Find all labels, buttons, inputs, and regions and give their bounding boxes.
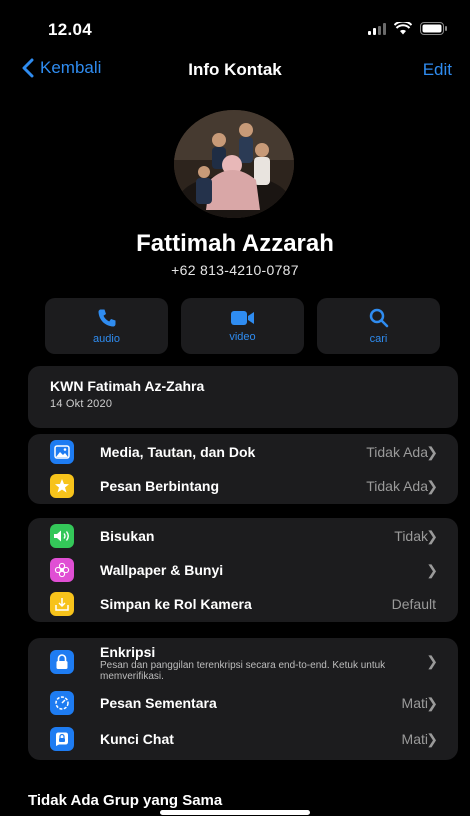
starred-messages-row[interactable]: Pesan Berbintang Tidak Ada ❯ bbox=[28, 469, 458, 503]
row-value: Default bbox=[391, 596, 436, 612]
search-icon bbox=[369, 308, 388, 327]
group-title: KWN Fatimah Az-Zahra bbox=[50, 378, 205, 394]
chat-lock-row[interactable]: Kunci Chat Mati ❯ bbox=[28, 720, 458, 758]
privacy-section: Enkripsi Pesan dan panggilan terenkripsi… bbox=[28, 638, 458, 760]
download-icon bbox=[50, 592, 74, 616]
audio-call-button[interactable]: audio bbox=[45, 298, 168, 354]
row-label: Media, Tautan, dan Dok bbox=[100, 444, 256, 460]
action-buttons: audio video cari bbox=[45, 298, 440, 354]
row-label: Pesan Sementara bbox=[100, 695, 217, 711]
contact-avatar[interactable] bbox=[174, 110, 294, 218]
encryption-description: Pesan dan panggilan terenkripsi secara e… bbox=[100, 660, 386, 682]
video-camera-icon bbox=[230, 310, 254, 325]
row-value: Mati bbox=[401, 731, 428, 747]
video-label: video bbox=[229, 330, 256, 343]
chevron-right-icon: ❯ bbox=[426, 443, 438, 460]
star-icon bbox=[50, 474, 74, 498]
group-date: 14 Okt 2020 bbox=[50, 398, 113, 410]
group-info-card[interactable]: KWN Fatimah Az-Zahra 14 Okt 2020 bbox=[28, 366, 458, 428]
search-label: cari bbox=[369, 332, 388, 345]
encryption-row[interactable]: Enkripsi Pesan dan panggilan terenkripsi… bbox=[28, 638, 458, 686]
avatar-photo bbox=[174, 110, 294, 218]
search-button[interactable]: cari bbox=[317, 298, 440, 354]
timer-icon bbox=[50, 691, 74, 715]
page-title: Info Kontak bbox=[188, 60, 282, 79]
row-value: Tidak Ada bbox=[366, 478, 428, 494]
chat-lock-icon bbox=[50, 727, 74, 751]
mute-row[interactable]: Bisukan Tidak ❯ bbox=[28, 519, 458, 553]
media-section: Media, Tautan, dan Dok Tidak Ada ❯ Pesan… bbox=[28, 434, 458, 504]
row-label: Bisukan bbox=[100, 528, 155, 544]
chevron-right-icon: ❯ bbox=[426, 477, 438, 494]
chevron-right-icon: ❯ bbox=[426, 694, 438, 711]
flower-icon bbox=[50, 558, 74, 582]
no-common-groups-title: Tidak Ada Grup yang Sama bbox=[28, 792, 223, 809]
wifi-icon bbox=[394, 22, 412, 35]
chevron-right-icon: ❯ bbox=[426, 653, 438, 669]
phone-icon bbox=[98, 309, 115, 326]
save-to-camera-roll-row[interactable]: Simpan ke Rol Kamera Default bbox=[28, 587, 458, 621]
lock-icon bbox=[50, 650, 74, 674]
status-time: 12.04 bbox=[48, 20, 93, 39]
status-bar: 12.04 bbox=[0, 0, 470, 44]
row-value: Tidak bbox=[394, 528, 428, 544]
chevron-right-icon: ❯ bbox=[426, 561, 438, 578]
row-label: Wallpaper & Bunyi bbox=[100, 562, 224, 578]
chevron-right-icon: ❯ bbox=[426, 730, 438, 747]
settings-section: Bisukan Tidak ❯ Wallpaper & Bunyi ❯ Simp… bbox=[28, 518, 458, 622]
battery-icon bbox=[420, 22, 447, 35]
speaker-icon bbox=[50, 524, 74, 548]
media-links-docs-row[interactable]: Media, Tautan, dan Dok Tidak Ada ❯ bbox=[28, 435, 458, 469]
audio-label: audio bbox=[93, 332, 120, 345]
photo-icon bbox=[50, 440, 74, 464]
row-label: Kunci Chat bbox=[100, 731, 174, 747]
contact-name: Fattimah Azzarah bbox=[136, 230, 334, 257]
wallpaper-sound-row[interactable]: Wallpaper & Bunyi ❯ bbox=[28, 553, 458, 587]
edit-button[interactable]: Edit bbox=[423, 60, 452, 80]
signal-icon bbox=[368, 22, 386, 35]
row-label: Pesan Berbintang bbox=[100, 478, 220, 494]
status-icons bbox=[368, 22, 448, 35]
row-value: Tidak Ada bbox=[366, 444, 428, 460]
row-value: Mati bbox=[401, 695, 428, 711]
row-label: Simpan ke Rol Kamera bbox=[100, 596, 252, 612]
encryption-title: Enkripsi bbox=[100, 644, 156, 660]
nav-bar: Kembali Info Kontak Edit bbox=[0, 52, 470, 88]
disappearing-messages-row[interactable]: Pesan Sementara Mati ❯ bbox=[28, 686, 458, 720]
home-indicator[interactable] bbox=[160, 810, 310, 815]
video-call-button[interactable]: video bbox=[181, 298, 304, 354]
contact-phone: +62 813-4210-0787 bbox=[171, 262, 299, 278]
chevron-right-icon: ❯ bbox=[426, 527, 438, 544]
